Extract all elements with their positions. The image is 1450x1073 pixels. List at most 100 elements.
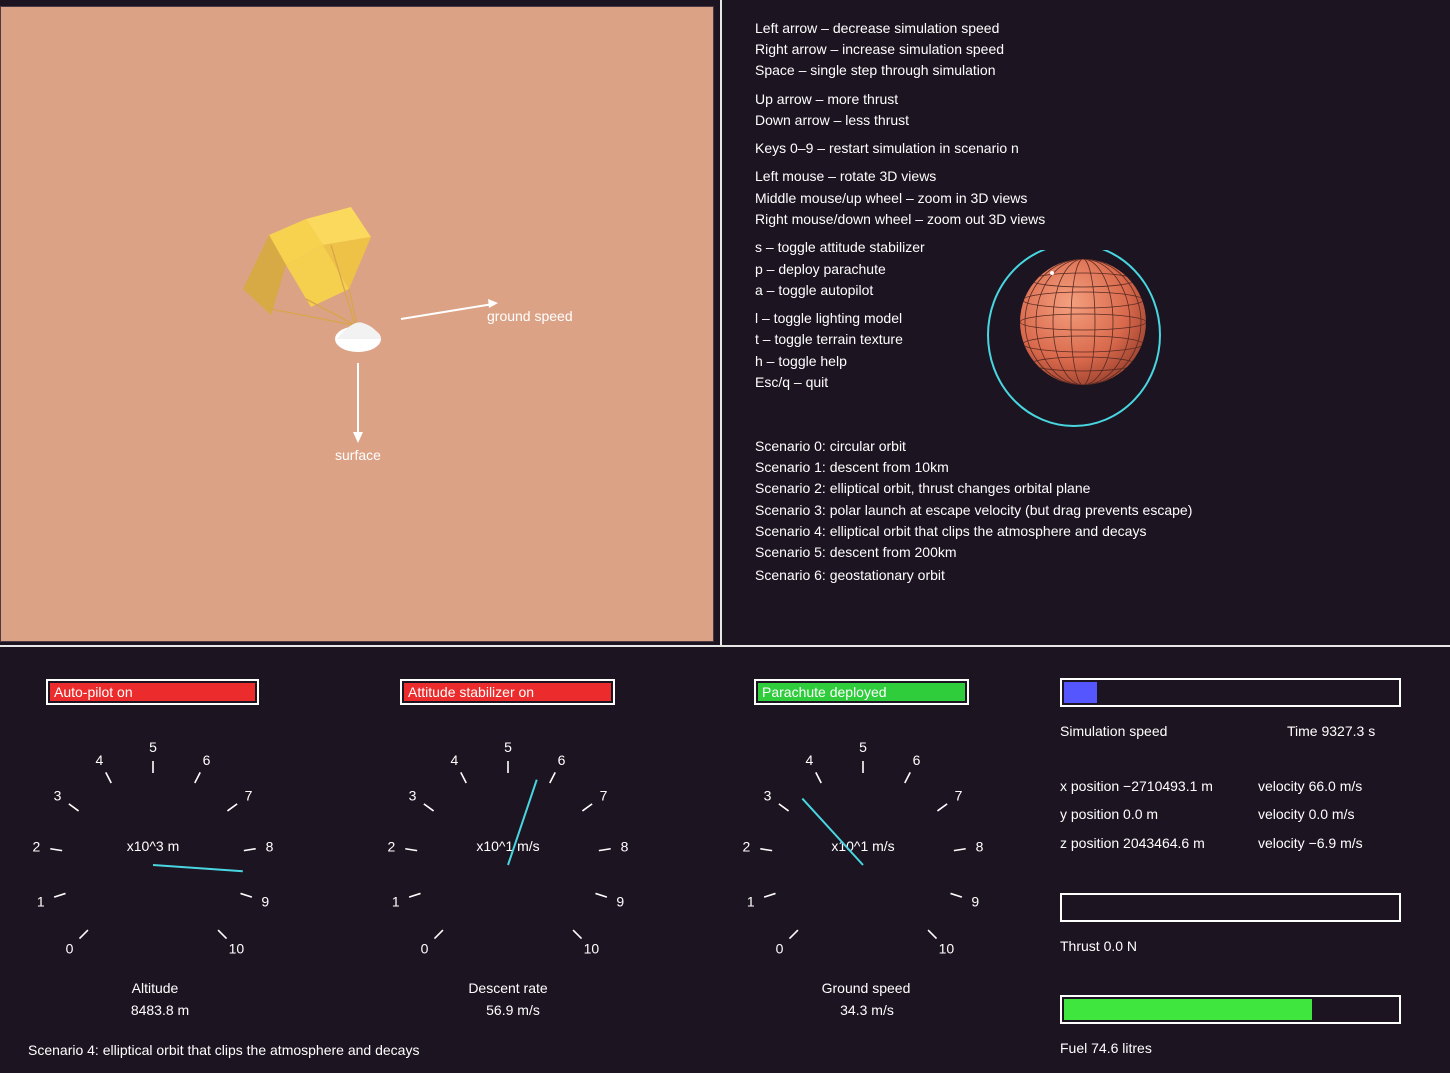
altitude-gauge: 0 1 2 3 4 5 6 7 8 9 10 x10^3 m (33, 739, 274, 956)
ground-speed-label: ground speed (487, 308, 573, 324)
thrust-label: Thrust 0.0 N (1060, 938, 1138, 954)
help-line: Middle mouse/up wheel – zoom in 3D views (755, 190, 1028, 206)
lander-position-marker (1050, 271, 1054, 275)
dial-tick-label: 2 (743, 839, 751, 855)
fuel-label: Fuel 74.6 litres (1060, 1040, 1152, 1056)
dial-tick (50, 847, 63, 852)
orbit-view[interactable] (975, 250, 1175, 440)
dial-tick (226, 803, 238, 812)
autopilot-indicator: Auto-pilot on (46, 679, 259, 705)
dial-tick (936, 803, 948, 812)
dial-tick-label: 9 (616, 893, 624, 909)
dial-tick (904, 771, 911, 784)
dial-tick-label: 10 (584, 940, 600, 956)
dial-tick (572, 929, 583, 940)
dial-tick-label: 3 (54, 788, 62, 804)
z-velocity: velocity −6.9 m/s (1258, 835, 1363, 851)
dial-tick-label: 6 (203, 752, 211, 768)
ground-speed-arrow (400, 299, 498, 320)
dial-tick (815, 771, 822, 784)
simulation-speed-fill (1064, 682, 1097, 703)
scenario-line: Scenario 6: geostationary orbit (755, 567, 945, 583)
dial-tick-label: 6 (913, 752, 921, 768)
horizontal-divider (0, 645, 1450, 647)
dial-tick-label: 10 (229, 940, 245, 956)
dial-tick (760, 847, 773, 852)
y-velocity: velocity 0.0 m/s (1258, 806, 1355, 822)
dial-tick (243, 847, 256, 852)
z-position: z position 2043464.6 m (1060, 835, 1205, 851)
dial-tick (595, 892, 608, 898)
dial-tick-label: 0 (66, 940, 74, 956)
dial-tick-label: 1 (392, 893, 400, 909)
scenario-line: Scenario 4: elliptical orbit that clips … (755, 523, 1147, 539)
dial-tick (460, 771, 467, 784)
ground-speed-gauge: 012345678910x10^1 m/s (743, 739, 984, 956)
dial-tick (549, 771, 556, 784)
dial-tick-label: 2 (33, 839, 41, 855)
scenario-line: Scenario 2: elliptical orbit, thrust cha… (755, 480, 1091, 496)
dial-tick-label: 7 (600, 788, 608, 804)
lander-3d-view[interactable]: ground speed surface (0, 6, 714, 642)
help-line: Right arrow – increase simulation speed (755, 41, 1005, 57)
dial-tick-label: 5 (859, 739, 867, 755)
scenario-line: Scenario 5: descent from 200km (755, 544, 957, 560)
dial-tick (763, 892, 776, 898)
dial-tick-label: 7 (245, 788, 253, 804)
dial-tick-label: 3 (409, 788, 417, 804)
dial-tick-label: 0 (421, 940, 429, 956)
y-position: y position 0.0 m (1060, 806, 1159, 822)
altitude-title: Altitude (131, 980, 179, 996)
dial-tick (240, 892, 253, 898)
ground-speed-title: Ground speed (821, 980, 911, 996)
dial-tick-label: 2 (388, 839, 396, 855)
current-scenario-label: Scenario 4: elliptical orbit that clips … (28, 1042, 420, 1058)
dial-tick (405, 847, 418, 852)
x-velocity: velocity 66.0 m/s (1258, 778, 1363, 794)
dial-tick-label: 7 (955, 788, 963, 804)
parachute-label: Parachute deployed (762, 684, 887, 700)
dial-tick (598, 847, 611, 852)
dial-tick-label: 4 (451, 752, 459, 768)
simulation-speed-bar (1060, 678, 1401, 707)
scenario-line: Scenario 0: circular orbit (755, 438, 906, 454)
help-line: h – toggle help (755, 353, 847, 369)
dial-tick (53, 892, 66, 898)
surface-label: surface (335, 447, 381, 463)
vertical-divider (720, 0, 722, 645)
descent-rate-gauge: 0 1 2 3 4 5 6 7 8 9 10 x10^1 m/s (388, 739, 629, 956)
dial-tick-label: 4 (806, 752, 814, 768)
help-line: p – deploy parachute (755, 261, 886, 277)
surface-arrow (353, 363, 363, 443)
descent-rate-title: Descent rate (468, 980, 548, 996)
thrust-bar (1060, 893, 1401, 922)
dial-tick-label: 6 (558, 752, 566, 768)
fuel-bar (1060, 995, 1401, 1024)
dial-tick (927, 929, 938, 940)
dial-tick (105, 771, 112, 784)
lander-scene: ground speed surface (243, 207, 573, 463)
fuel-fill (1064, 999, 1312, 1020)
dial-tick (778, 803, 790, 812)
help-line: t – toggle terrain texture (755, 331, 903, 347)
dial-tick (950, 892, 963, 898)
simulation-speed-label: Simulation speed (1060, 723, 1168, 739)
help-line: l – toggle lighting model (755, 310, 903, 326)
dial-tick (78, 929, 89, 940)
planet-sphere (1020, 259, 1146, 385)
scenario-line: Scenario 3: polar launch at escape veloc… (755, 502, 1193, 518)
descent-rate-value: 56.9 m/s (486, 1002, 540, 1018)
gauge-needle (801, 797, 864, 866)
dial-tick-label: 9 (971, 893, 979, 909)
dial-tick (433, 929, 444, 940)
dial-tick-label: 1 (747, 893, 755, 909)
help-line: a – toggle autopilot (755, 282, 874, 298)
help-line: Left mouse – rotate 3D views (755, 168, 937, 184)
dial-tick-label: 10 (939, 940, 955, 956)
dial-tick-label: 0 (776, 940, 784, 956)
help-line: Down arrow – less thrust (755, 112, 910, 128)
dial-tick-label: 3 (764, 788, 772, 804)
dial-tick-label: 5 (504, 739, 512, 755)
gauge-needle (152, 864, 243, 873)
dial-tick (953, 847, 966, 852)
